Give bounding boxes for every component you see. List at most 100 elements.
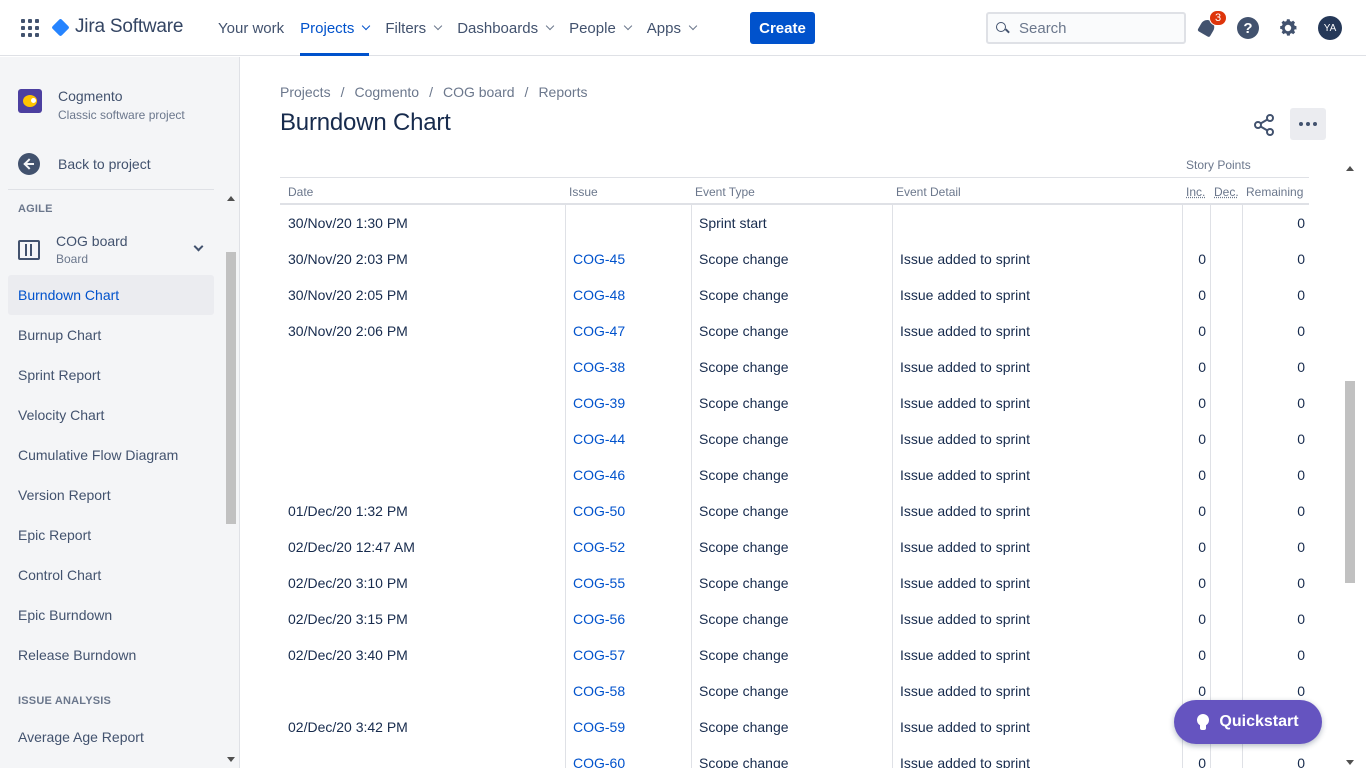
cell-issue-link[interactable]: COG-39 — [573, 395, 625, 411]
cell-issue-link[interactable]: COG-44 — [573, 431, 625, 447]
scroll-down-arrow-icon[interactable] — [227, 757, 235, 762]
cell-event-detail: Issue added to sprint — [900, 431, 1030, 447]
nav-item-filters[interactable]: Filters — [377, 0, 449, 56]
cell-event-detail: Issue added to sprint — [900, 395, 1030, 411]
sidebar-item-epic-report[interactable]: Epic Report — [8, 515, 214, 555]
cell-issue-link[interactable]: COG-59 — [573, 719, 625, 735]
nav-item-projects[interactable]: Projects — [292, 0, 377, 56]
breadcrumb-item[interactable]: Cogmento — [354, 84, 419, 100]
nav-item-dashboards[interactable]: Dashboards — [449, 0, 561, 56]
scroll-up-arrow-icon[interactable] — [1346, 166, 1354, 171]
scroll-up-arrow-icon[interactable] — [227, 196, 235, 201]
header-remaining: Remaining — [1246, 185, 1304, 199]
nav-item-people[interactable]: People — [561, 0, 639, 56]
create-button[interactable]: Create — [750, 12, 815, 44]
nav-item-label: Apps — [646, 19, 681, 37]
cell-issue-link[interactable]: COG-46 — [573, 467, 625, 483]
scroll-down-arrow-icon[interactable] — [1346, 760, 1354, 765]
cell-remaining: 0 — [1297, 359, 1305, 375]
nav-item-apps[interactable]: Apps — [639, 0, 704, 56]
chevron-down-icon — [433, 21, 443, 31]
cell-event-type: Scope change — [699, 755, 789, 768]
breadcrumb-item[interactable]: Projects — [280, 84, 331, 100]
cell-event-type: Scope change — [699, 575, 789, 591]
board-selector[interactable]: COG board Board — [18, 233, 214, 266]
cell-event-detail: Issue added to sprint — [900, 611, 1030, 627]
cell-remaining: 0 — [1297, 467, 1305, 483]
cell-remaining: 0 — [1297, 683, 1305, 699]
breadcrumb-item[interactable]: Reports — [538, 84, 587, 100]
sidebar-item-control-chart[interactable]: Control Chart — [8, 555, 214, 595]
user-avatar[interactable]: YA — [1318, 16, 1342, 40]
cell-remaining: 0 — [1297, 395, 1305, 411]
cell-issue-link[interactable]: COG-38 — [573, 359, 625, 375]
main-scrollbar[interactable] — [1342, 161, 1358, 768]
notifications-button[interactable]: 3 — [1196, 10, 1227, 40]
gear-icon[interactable] — [1277, 17, 1299, 39]
cell-issue-link[interactable]: COG-52 — [573, 539, 625, 555]
cell-issue-link[interactable]: COG-55 — [573, 575, 625, 591]
scroll-thumb[interactable] — [1345, 381, 1355, 583]
sidebar-scrollbar[interactable] — [224, 190, 238, 768]
cell-remaining: 0 — [1297, 575, 1305, 591]
jira-logo[interactable]: Jira Software — [51, 16, 183, 38]
cell-date: 01/Dec/20 1:32 PM — [288, 503, 408, 519]
cell-event-detail: Issue added to sprint — [900, 323, 1030, 339]
agile-section-label: AGILE — [18, 203, 53, 215]
cell-remaining: 0 — [1297, 611, 1305, 627]
cell-remaining: 0 — [1297, 287, 1305, 303]
cell-remaining: 0 — [1297, 323, 1305, 339]
cell-inc: 0 — [1198, 755, 1206, 768]
cell-inc: 0 — [1198, 647, 1206, 663]
cell-issue-link[interactable]: COG-45 — [573, 251, 625, 267]
cell-issue-link[interactable]: COG-57 — [573, 647, 625, 663]
cell-date: 02/Dec/20 3:40 PM — [288, 647, 408, 663]
top-navigation: Jira Software Your work Projects Filters Da… — [0, 0, 1366, 56]
sidebar-item-release-burndown[interactable]: Release Burndown — [8, 635, 214, 675]
breadcrumb-item[interactable]: COG board — [443, 84, 515, 100]
cell-date: 02/Dec/20 3:15 PM — [288, 611, 408, 627]
table-row: 01/Dec/20 1:32 PM COG-50 Scope change Issue… — [280, 493, 1309, 529]
main-content: Projects / Cogmento / COG board / Reports Burn… — [241, 57, 1366, 768]
app-switcher-icon[interactable] — [21, 19, 39, 37]
cell-event-type: Scope change — [699, 683, 789, 699]
table-row: COG-39 Scope change Issue added to sprint 0… — [280, 385, 1309, 421]
cell-issue-link[interactable]: COG-47 — [573, 323, 625, 339]
cell-issue-link[interactable]: COG-50 — [573, 503, 625, 519]
sidebar-item-burnup-chart[interactable]: Burnup Chart — [8, 315, 214, 355]
sidebar-item-burndown-chart[interactable]: Burndown Chart — [8, 275, 214, 315]
scroll-thumb[interactable] — [226, 252, 236, 524]
project-header[interactable]: Cogmento Classic software project — [18, 88, 185, 122]
sidebar-item-epic-burndown[interactable]: Epic Burndown — [8, 595, 214, 635]
table-header: Date Issue Event Type Event Detail Inc. … — [280, 177, 1309, 205]
sidebar-item-cumulative-flow-diagram[interactable]: Cumulative Flow Diagram — [8, 435, 214, 475]
header-event-detail: Event Detail — [896, 185, 961, 199]
cell-issue-link[interactable]: COG-56 — [573, 611, 625, 627]
header-inc: Inc. — [1186, 185, 1206, 199]
more-actions-button[interactable] — [1290, 108, 1326, 140]
header-dec: Dec. — [1214, 185, 1239, 199]
search-input[interactable] — [1019, 19, 1169, 37]
back-to-project-link[interactable]: Back to project — [18, 153, 151, 175]
table-row: COG-38 Scope change Issue added to sprint 0… — [280, 349, 1309, 385]
cell-issue-link[interactable]: COG-48 — [573, 287, 625, 303]
search-box[interactable] — [986, 12, 1186, 44]
share-icon[interactable] — [1246, 109, 1282, 141]
sidebar-item-average-age-report[interactable]: Average Age Report — [8, 717, 214, 757]
board-sub: Board — [56, 252, 89, 266]
cell-issue-link[interactable]: COG-58 — [573, 683, 625, 699]
cell-inc: 0 — [1198, 683, 1206, 699]
cell-issue-link[interactable]: COG-60 — [573, 755, 625, 768]
sidebar-item-velocity-chart[interactable]: Velocity Chart — [8, 395, 214, 435]
nav-item-your-work[interactable]: Your work — [210, 0, 292, 56]
chevron-down-icon[interactable] — [193, 241, 204, 252]
cell-event-type: Scope change — [699, 539, 789, 555]
cell-event-type: Scope change — [699, 503, 789, 519]
sidebar-item-version-report[interactable]: Version Report — [8, 475, 214, 515]
cell-date: 02/Dec/20 3:10 PM — [288, 575, 408, 591]
help-icon[interactable]: ? — [1237, 17, 1259, 39]
sidebar-item-sprint-report[interactable]: Sprint Report — [8, 355, 214, 395]
quickstart-button[interactable]: Quickstart — [1174, 700, 1322, 744]
cell-event-type: Scope change — [699, 467, 789, 483]
cell-inc: 0 — [1198, 287, 1206, 303]
